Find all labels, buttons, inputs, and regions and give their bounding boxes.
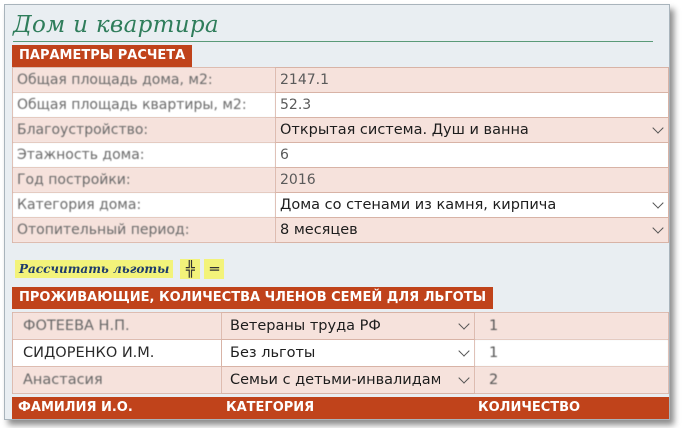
params-section-header: ПАРАМЕТРЫ РАСЧЕТА bbox=[12, 45, 193, 67]
amenities-selected-value: Открытая система. Душ и ванна bbox=[280, 122, 529, 138]
resident-name[interactable]: Анастасия bbox=[12, 366, 222, 394]
param-label: Благоустройство: bbox=[12, 117, 276, 143]
chevron-down-icon bbox=[458, 318, 470, 330]
resident-count[interactable]: 1 bbox=[474, 312, 669, 340]
residents-table: ФОТЕЕВА Н.П. Ветераны труда РФ 1 СИДОРЕН… bbox=[12, 312, 669, 394]
calculate-benefits-button[interactable]: Рассчитать льготы bbox=[15, 260, 174, 278]
param-row-house-category: Категория дома: Дома со стенами из камня… bbox=[12, 192, 669, 218]
table-row: Анастасия Семьи с детьми-инвалидами 2 bbox=[12, 366, 669, 394]
flat-area-value[interactable]: 52.3 bbox=[275, 92, 669, 118]
param-label: Категория дома: bbox=[12, 192, 276, 218]
param-row-house-area: Общая площадь дома, м2: 2147.1 bbox=[12, 67, 669, 93]
resident-category-select[interactable]: Ветераны труда РФ bbox=[221, 312, 475, 340]
param-row-year: Год постройки: 2016 bbox=[12, 167, 669, 193]
grid-icon[interactable]: ╬ bbox=[180, 259, 201, 279]
floors-value[interactable]: 6 bbox=[275, 142, 669, 168]
equals-icon[interactable]: ═ bbox=[204, 259, 225, 279]
build-year-value[interactable]: 2016 bbox=[275, 167, 669, 193]
resident-name[interactable]: СИДОРЕНКО И.М. bbox=[12, 339, 222, 367]
resident-category-select[interactable]: Семьи с детьми-инвалидами bbox=[221, 366, 475, 394]
title-divider bbox=[13, 41, 653, 42]
chevron-down-icon bbox=[458, 372, 470, 384]
chevron-down-icon bbox=[652, 222, 664, 234]
resident-category-select[interactable]: Без льготы bbox=[221, 339, 475, 367]
heating-period-selected-value: 8 месяцев bbox=[280, 222, 358, 238]
chevron-down-icon bbox=[652, 122, 664, 134]
column-header-name: ФАМИЛИЯ И.О. bbox=[18, 400, 133, 415]
actions-row: Рассчитать льготы ╬ ═ bbox=[15, 259, 225, 279]
heating-period-select[interactable]: 8 месяцев bbox=[275, 217, 669, 243]
house-area-value[interactable]: 2147.1 bbox=[275, 67, 669, 93]
resident-count[interactable]: 2 bbox=[474, 366, 669, 394]
param-row-amenities: Благоустройство: Открытая система. Душ и… bbox=[12, 117, 669, 143]
house-category-select[interactable]: Дома со стенами из камня, кирпича bbox=[275, 192, 669, 218]
page-title: Дом и квартира bbox=[13, 12, 219, 38]
column-header-category: КАТЕГОРИЯ bbox=[226, 400, 315, 415]
house-category-selected-value: Дома со стенами из камня, кирпича bbox=[280, 197, 557, 213]
resident-category-value: Семьи с детьми-инвалидами bbox=[230, 372, 440, 388]
resident-count[interactable]: 1 bbox=[474, 339, 669, 367]
chevron-down-icon bbox=[652, 197, 664, 209]
param-row-flat-area: Общая площадь квартиры, м2: 52.3 bbox=[12, 92, 669, 118]
param-label: Общая площадь квартиры, м2: bbox=[12, 92, 276, 118]
param-row-floors: Этажность дома: 6 bbox=[12, 142, 669, 168]
amenities-select[interactable]: Открытая система. Душ и ванна bbox=[275, 117, 669, 143]
table-row: ФОТЕЕВА Н.П. Ветераны труда РФ 1 bbox=[12, 312, 669, 340]
param-label: Отопительный период: bbox=[12, 217, 276, 243]
calculator-panel: Дом и квартира ПАРАМЕТРЫ РАСЧЕТА Общая п… bbox=[4, 4, 670, 420]
resident-category-value: Без льготы bbox=[230, 345, 316, 361]
param-label: Год постройки: bbox=[12, 167, 276, 193]
chevron-down-icon bbox=[458, 345, 470, 357]
resident-name[interactable]: ФОТЕЕВА Н.П. bbox=[12, 312, 222, 340]
residents-section-header: ПРОЖИВАЮЩИЕ, КОЛИЧЕСТВА ЧЛЕНОВ СЕМЕЙ ДЛЯ… bbox=[12, 287, 494, 309]
param-label: Этажность дома: bbox=[12, 142, 276, 168]
table-row: СИДОРЕНКО И.М. Без льготы 1 bbox=[12, 339, 669, 367]
resident-category-value: Ветераны труда РФ bbox=[230, 318, 381, 334]
residents-column-headers: ФАМИЛИЯ И.О. КАТЕГОРИЯ КОЛИЧЕСТВО bbox=[12, 397, 669, 419]
param-label: Общая площадь дома, м2: bbox=[12, 67, 276, 93]
params-table: Общая площадь дома, м2: 2147.1 Общая пло… bbox=[12, 67, 669, 243]
param-row-heating-period: Отопительный период: 8 месяцев bbox=[12, 217, 669, 243]
column-header-count: КОЛИЧЕСТВО bbox=[478, 400, 581, 415]
